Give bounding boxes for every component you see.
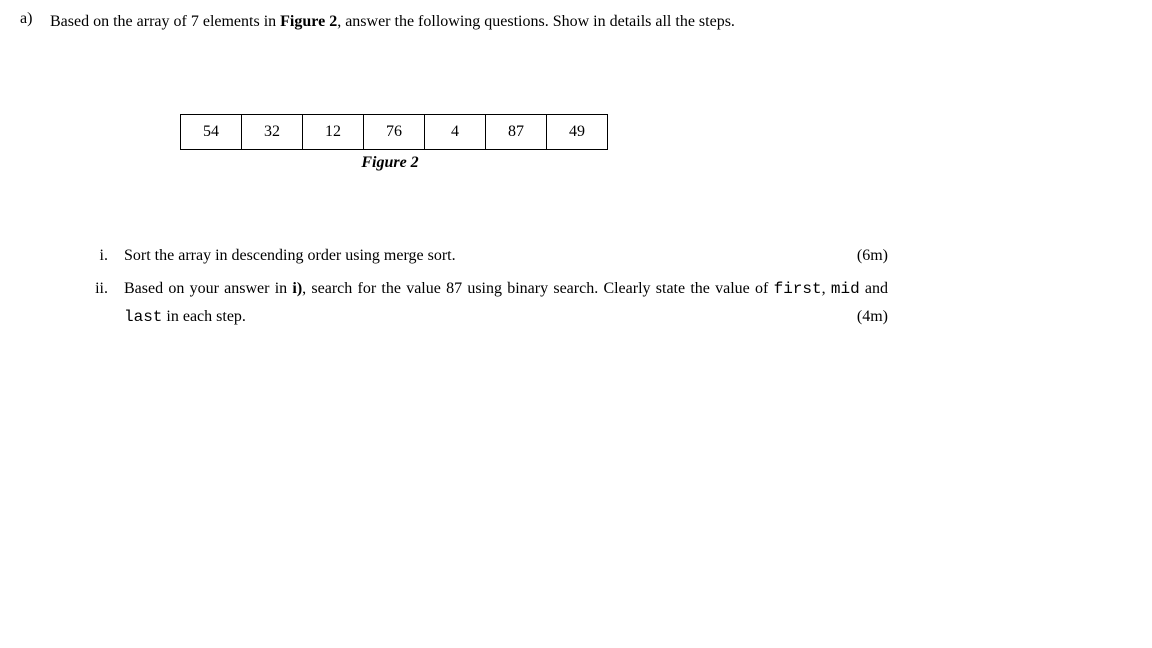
sub-item-ii: ii. Based on your answer in i), search f…: [68, 275, 888, 331]
sub-ii-text: Based on your answer in i), search for t…: [124, 275, 888, 331]
array-cell: 32: [242, 115, 303, 150]
question-a-label: a): [20, 10, 50, 28]
question-a-bold: Figure 2: [280, 13, 337, 30]
figure-caption: Figure 2: [180, 154, 600, 172]
question-a: a) Based on the array of 7 elements in F…: [20, 10, 1132, 34]
sub-ii-mono-last: last: [124, 308, 162, 326]
array-cell: 12: [303, 115, 364, 150]
figure-container: 54 32 12 76 4 87 49 Figure 2: [180, 114, 1132, 172]
question-a-text: Based on the array of 7 elements in Figu…: [50, 10, 1132, 34]
array-cell: 4: [425, 115, 486, 150]
sub-i-text: Sort the array in descending order using…: [124, 242, 888, 269]
question-a-part1: Based on the array of 7 elements in: [50, 13, 280, 30]
sub-ii-marks: (4m): [857, 303, 888, 330]
sub-ii-mono-first: first: [774, 280, 822, 298]
array-row: 54 32 12 76 4 87 49: [181, 115, 608, 150]
array-table: 54 32 12 76 4 87 49: [180, 114, 608, 150]
array-cell: 49: [547, 115, 608, 150]
sub-questions: i. Sort the array in descending order us…: [68, 242, 888, 332]
sub-ii-mono-mid: mid: [831, 280, 860, 298]
sub-i-marks: (6m): [857, 242, 888, 269]
sub-ii-part2: , search for the value 87 using binary s…: [302, 280, 773, 297]
sub-i-body: Sort the array in descending order using…: [124, 247, 456, 264]
sub-ii-sep1: ,: [822, 280, 831, 297]
sub-item-i: i. Sort the array in descending order us…: [68, 242, 888, 269]
array-cell: 87: [486, 115, 547, 150]
sub-ii-sep2: and: [860, 280, 888, 297]
sub-ii-part1: Based on your answer in: [124, 280, 292, 297]
question-a-part2: , answer the following questions. Show i…: [337, 13, 735, 30]
sub-ii-bold: i): [292, 280, 302, 297]
sub-i-label: i.: [68, 242, 124, 269]
array-cell: 76: [364, 115, 425, 150]
sub-ii-part3: in each step.: [162, 308, 246, 325]
array-cell: 54: [181, 115, 242, 150]
sub-ii-label: ii.: [68, 275, 124, 302]
